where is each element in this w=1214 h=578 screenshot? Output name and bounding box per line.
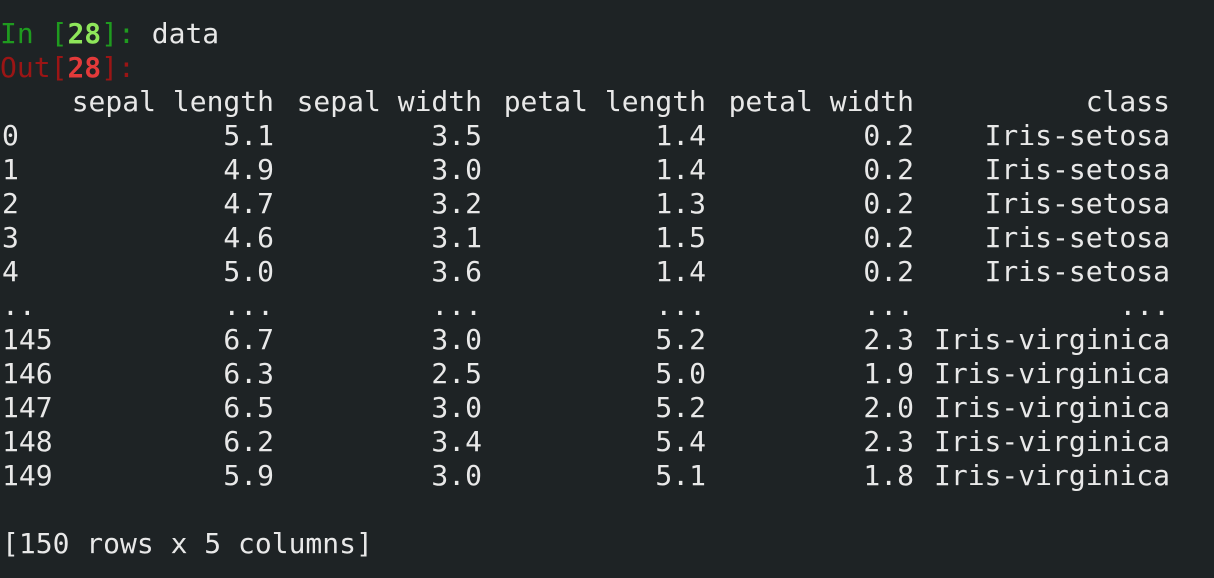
table-cell: 3.0 — [431, 391, 482, 424]
table-cell: 0.2 — [863, 221, 914, 254]
table-cell: 2.5 — [431, 357, 482, 390]
row-index: 148 — [2, 425, 53, 458]
table-cell: 3.0 — [431, 153, 482, 186]
table-cell: ... — [431, 289, 482, 322]
column-header-sepal-width: sepal width — [296, 85, 482, 118]
table-cell: 0.2 — [863, 119, 914, 152]
column-header-class: class — [1085, 85, 1170, 118]
row-index: 2 — [2, 187, 19, 220]
row-index: 147 — [2, 391, 53, 424]
output-prompt-label: Out — [0, 51, 51, 84]
table-cell: Iris-virginica — [933, 459, 1170, 492]
table-cell: 2.3 — [863, 425, 914, 458]
row-index: 4 — [2, 255, 19, 288]
table-cell: Iris-virginica — [933, 425, 1170, 458]
table-cell: 3.0 — [431, 323, 482, 356]
row-index: 149 — [2, 459, 53, 492]
input-code[interactable]: data — [152, 17, 219, 50]
table-cell: 6.2 — [223, 425, 274, 458]
table-cell: ... — [655, 289, 706, 322]
table-cell: 0.2 — [863, 187, 914, 220]
table-cell: 6.5 — [223, 391, 274, 424]
table-cell: Iris-setosa — [984, 153, 1170, 186]
table-cell: 5.0 — [223, 255, 274, 288]
row-index: .. — [2, 289, 36, 322]
table-cell: 1.5 — [655, 221, 706, 254]
table-cell: 3.5 — [431, 119, 482, 152]
table-cell: 5.4 — [655, 425, 706, 458]
table-cell: 3.6 — [431, 255, 482, 288]
table-cell: 6.3 — [223, 357, 274, 390]
input-prompt-open-bracket: [ — [50, 17, 68, 50]
table-cell: 5.2 — [655, 391, 706, 424]
row-index: 1 — [2, 153, 19, 186]
table-cell: 3.4 — [431, 425, 482, 458]
input-prompt-close: ]: — [101, 17, 152, 50]
table-cell: 1.3 — [655, 187, 706, 220]
table-cell: 6.7 — [223, 323, 274, 356]
table-cell: ... — [863, 289, 914, 322]
table-cell: ... — [223, 289, 274, 322]
output-prompt-open-bracket: [ — [50, 51, 68, 84]
table-cell: Iris-setosa — [984, 221, 1170, 254]
table-cell: 0.2 — [863, 153, 914, 186]
table-cell: ... — [1119, 289, 1170, 322]
table-cell: Iris-virginica — [933, 391, 1170, 424]
table-summary: [150 rows x 5 columns] — [2, 527, 373, 560]
table-cell: 3.1 — [431, 221, 482, 254]
table-cell: Iris-setosa — [984, 187, 1170, 220]
column-header-sepal-length: sepal length — [71, 85, 274, 118]
column-header-petal-length: petal length — [503, 85, 706, 118]
table-cell: 2.3 — [863, 323, 914, 356]
input-prompt-label: In — [0, 17, 51, 50]
table-cell: Iris-setosa — [984, 255, 1170, 288]
table-cell: 5.1 — [655, 459, 706, 492]
table-cell: Iris-virginica — [933, 323, 1170, 356]
table-cell: 1.9 — [863, 357, 914, 390]
table-cell: 5.0 — [655, 357, 706, 390]
output-prompt-close: ]: — [101, 51, 135, 84]
table-cell: 1.4 — [655, 119, 706, 152]
table-cell: 1.8 — [863, 459, 914, 492]
row-index: 0 — [2, 119, 19, 152]
table-cell: 3.0 — [431, 459, 482, 492]
table-cell: Iris-setosa — [984, 119, 1170, 152]
table-cell: Iris-virginica — [933, 357, 1170, 390]
table-cell: 1.4 — [655, 153, 706, 186]
table-cell: 4.7 — [223, 187, 274, 220]
table-cell: 4.6 — [223, 221, 274, 254]
table-cell: 5.1 — [223, 119, 274, 152]
table-cell: 2.0 — [863, 391, 914, 424]
row-index: 145 — [2, 323, 53, 356]
input-prompt-line: In [28]: data — [0, 17, 219, 51]
output-prompt-number: 28 — [67, 51, 102, 84]
table-cell: 3.2 — [431, 187, 482, 220]
output-prompt-line: Out[28]: — [0, 51, 135, 85]
row-index: 146 — [2, 357, 53, 390]
table-cell: 1.4 — [655, 255, 706, 288]
table-cell: 0.2 — [863, 255, 914, 288]
input-prompt-number: 28 — [67, 17, 102, 50]
row-index: 3 — [2, 221, 19, 254]
column-header-petal-width: petal width — [728, 85, 914, 118]
ipython-terminal[interactable]: In [28]: data Out[28]: sepal length sepa… — [0, 0, 1214, 578]
table-cell: 5.2 — [655, 323, 706, 356]
table-cell: 5.9 — [223, 459, 274, 492]
table-cell: 4.9 — [223, 153, 274, 186]
